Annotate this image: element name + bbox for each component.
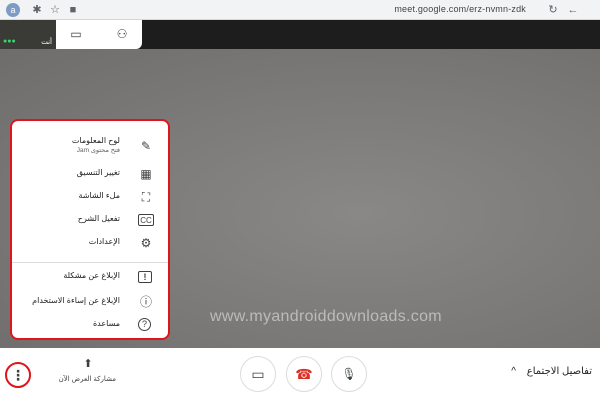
menu-item-report-problem[interactable]: الإبلاغ عن مشكلة ! <box>12 266 168 288</box>
leave-call-button[interactable]: ☎ <box>286 356 322 392</box>
star-icon[interactable]: ☆ <box>48 3 62 17</box>
present-label: مشاركة العرض الآن <box>58 376 116 383</box>
chat-icon[interactable]: ▭ <box>68 27 84 41</box>
menu-item-settings[interactable]: الإعدادات ⚙ <box>12 232 168 254</box>
chevron-up-icon: ^ <box>511 366 516 377</box>
back-icon[interactable]: ← <box>566 3 580 17</box>
microphone-icon: 🎙 <box>341 367 357 381</box>
more-vert-icon: ⋮ <box>11 367 25 383</box>
menu-item-label: تغيير التنسيق <box>76 168 120 177</box>
menu-item-help[interactable]: مساعدة ? <box>12 314 168 336</box>
people-icon[interactable]: ⚇ <box>114 27 130 41</box>
alert-circle-icon: ⓘ <box>139 295 152 309</box>
audio-level-icon: ●●● <box>3 38 16 45</box>
video-camera-icon: ▭ <box>251 366 265 382</box>
top-tabs: ▭ ⚇ <box>56 20 142 49</box>
menu-item-fullscreen[interactable]: ملء الشاشة ⛶ <box>12 186 168 208</box>
menu-item-label: الإبلاغ عن إساءة الاستخدام <box>32 296 120 305</box>
mic-toggle-button[interactable]: 🎙 <box>331 356 367 392</box>
gear-icon: ⚙ <box>140 236 152 250</box>
hangup-icon: ☎ <box>295 366 313 382</box>
self-label: أنت <box>41 39 52 46</box>
menu-item-change-layout[interactable]: تغيير التنسيق ▦ <box>12 163 168 185</box>
captions-icon: CC <box>138 214 154 226</box>
layout-icon: ▦ <box>140 167 152 181</box>
menu-item-label: ملء الشاشة <box>78 191 120 200</box>
camera-toggle-button[interactable]: ▭ <box>240 356 276 392</box>
fullscreen-icon: ⛶ <box>141 190 151 204</box>
menu-item-label: الإبلاغ عن مشكلة <box>63 271 120 280</box>
menu-item-label: الإعدادات <box>88 237 120 246</box>
meeting-details-button[interactable]: تفاصيل الاجتماع ^ <box>511 366 592 377</box>
meeting-details-label: تفاصيل الاجتماع <box>526 366 592 377</box>
address-bar[interactable]: meet.google.com/erz-nvmn-zdk <box>394 4 526 14</box>
reload-icon[interactable]: ↻ <box>546 3 560 17</box>
present-now-button[interactable]: ⬆ مشاركة العرض الآن <box>58 358 116 394</box>
pencil-icon: ✎ <box>140 139 152 153</box>
menu-item-report-abuse[interactable]: الإبلاغ عن إساءة الاستخدام ⓘ <box>12 291 168 313</box>
self-video-tile[interactable]: ●●● أنت <box>0 20 56 49</box>
menu-item-captions[interactable]: تفعيل الشرح CC <box>12 209 168 231</box>
options-menu: لوح المعلومات فتح محتوى Jam ✎ تغيير التن… <box>10 119 170 340</box>
camera-icon[interactable]: ■ <box>66 3 80 17</box>
profile-avatar[interactable]: a <box>6 3 20 17</box>
menu-item-whiteboard[interactable]: لوح المعلومات فتح محتوى Jam ✎ <box>12 131 168 161</box>
menu-item-sublabel: فتح محتوى Jam <box>76 147 120 154</box>
more-options-button[interactable]: ⋮ <box>5 362 31 388</box>
browser-toolbar: a ✱ ☆ ■ meet.google.com/erz-nvmn-zdk ↻ ← <box>0 0 600 20</box>
menu-item-label: مساعدة <box>92 319 120 328</box>
menu-divider <box>12 262 168 263</box>
extensions-icon[interactable]: ✱ <box>30 3 44 17</box>
feedback-icon: ! <box>138 271 152 283</box>
help-icon: ? <box>138 318 151 331</box>
menu-item-label: لوح المعلومات <box>71 136 120 145</box>
watermark: www.myandroiddownloads.com <box>210 308 442 325</box>
menu-item-label: تفعيل الشرح <box>77 214 120 223</box>
present-icon: ⬆ <box>83 358 93 370</box>
